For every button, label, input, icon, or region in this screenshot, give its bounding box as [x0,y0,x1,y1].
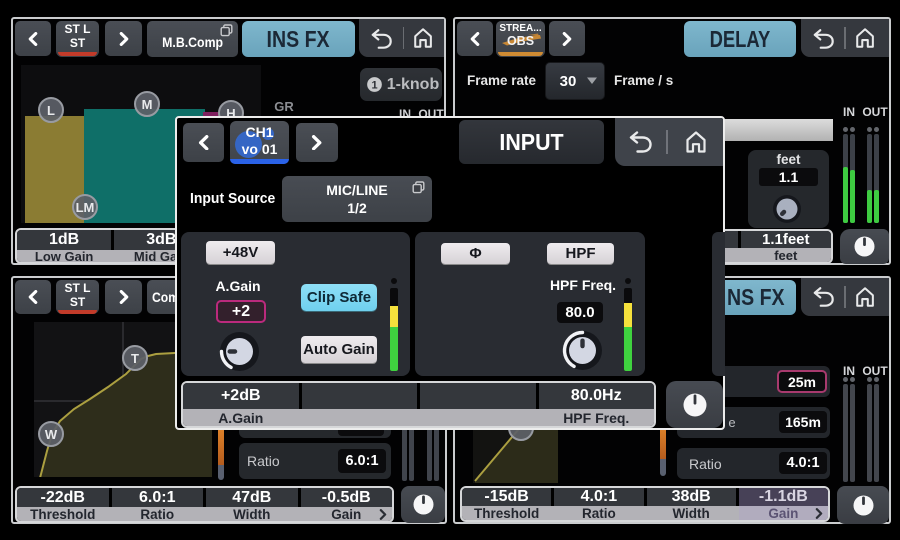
svg-text:1: 1 [371,79,377,91]
